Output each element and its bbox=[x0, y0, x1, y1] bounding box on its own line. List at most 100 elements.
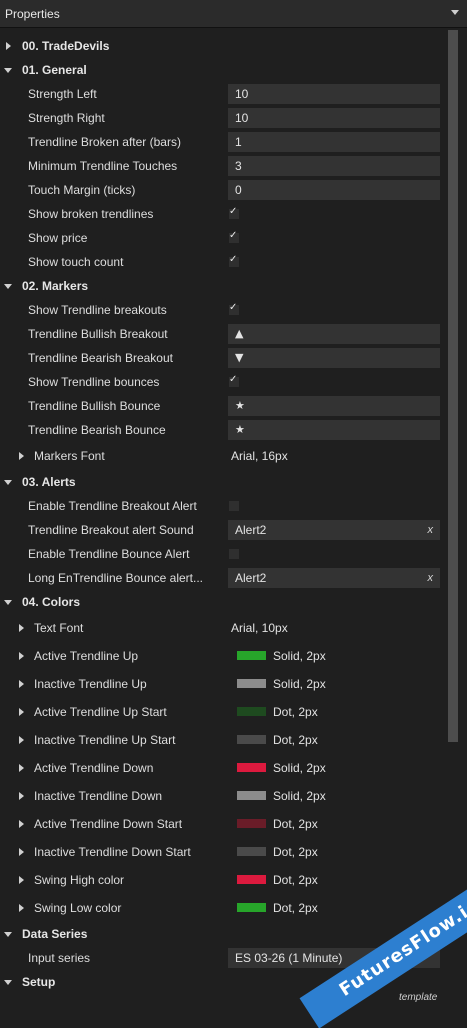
bounce-sound-input[interactable]: Alert2 x bbox=[228, 568, 440, 588]
expand-icon[interactable] bbox=[19, 736, 24, 744]
collapse-icon[interactable] bbox=[4, 68, 12, 73]
show-touch-count-checkbox[interactable] bbox=[229, 254, 239, 267]
color-swatch[interactable] bbox=[237, 679, 266, 688]
text-font-value[interactable]: Arial, 10px bbox=[231, 616, 288, 640]
stroke-style[interactable]: Dot, 2px bbox=[273, 896, 318, 920]
stroke-style[interactable]: Dot, 2px bbox=[273, 868, 318, 892]
chevron-down-icon[interactable] bbox=[451, 10, 459, 15]
color-swatch[interactable] bbox=[237, 903, 266, 912]
category-data-series[interactable]: Data Series bbox=[0, 922, 445, 946]
property-markers-font[interactable]: Markers Font Arial, 16px bbox=[0, 444, 445, 468]
category-colors[interactable]: 04. Colors bbox=[0, 590, 445, 614]
color-swatch[interactable] bbox=[237, 847, 266, 856]
property-label: Enable Trendline Breakout Alert bbox=[28, 499, 197, 513]
bear-breakout-input[interactable]: ▼ bbox=[228, 348, 440, 368]
property-strength-right: Strength Right 10 bbox=[0, 106, 445, 130]
property-label: Markers Font bbox=[34, 449, 105, 463]
vertical-scrollbar[interactable] bbox=[446, 30, 460, 1014]
expand-icon[interactable] bbox=[19, 792, 24, 800]
stroke-style[interactable]: Solid, 2px bbox=[273, 756, 326, 780]
min-touches-input[interactable]: 3 bbox=[228, 156, 440, 176]
expand-icon[interactable] bbox=[19, 764, 24, 772]
expand-icon[interactable] bbox=[19, 848, 24, 856]
clear-icon[interactable]: x bbox=[428, 520, 434, 540]
category-label: 04. Colors bbox=[22, 595, 81, 609]
property-show-price: Show price bbox=[0, 226, 445, 250]
bull-bounce-input[interactable]: ★ bbox=[228, 396, 440, 416]
color-swatch[interactable] bbox=[237, 735, 266, 744]
collapse-icon[interactable] bbox=[4, 600, 12, 605]
stroke-style[interactable]: Solid, 2px bbox=[273, 672, 326, 696]
property-label: Active Trendline Up bbox=[34, 649, 139, 663]
category-tradedevils[interactable]: 00. TradeDevils bbox=[0, 34, 445, 58]
breakout-sound-input[interactable]: Alert2 x bbox=[228, 520, 440, 540]
expand-icon[interactable] bbox=[19, 876, 24, 884]
collapse-icon[interactable] bbox=[4, 480, 12, 485]
color-row[interactable]: Active Trendline Up Start Dot, 2px bbox=[0, 700, 445, 724]
expand-icon[interactable] bbox=[19, 680, 24, 688]
property-label: Show price bbox=[28, 231, 88, 245]
scroll-thumb[interactable] bbox=[448, 30, 458, 742]
property-bear-breakout: Trendline Bearish Breakout ▼ bbox=[0, 346, 445, 370]
color-swatch[interactable] bbox=[237, 791, 266, 800]
enable-breakout-alert-checkbox[interactable] bbox=[229, 501, 239, 511]
expand-icon[interactable] bbox=[19, 452, 24, 460]
color-row[interactable]: Active Trendline Down Start Dot, 2px bbox=[0, 812, 445, 836]
color-swatch[interactable] bbox=[237, 763, 266, 772]
strength-right-input[interactable]: 10 bbox=[228, 108, 440, 128]
bull-breakout-input[interactable]: ▲ bbox=[228, 324, 440, 344]
stroke-style[interactable]: Dot, 2px bbox=[273, 728, 318, 752]
expand-icon[interactable] bbox=[19, 652, 24, 660]
property-text-font[interactable]: Text Font Arial, 10px bbox=[0, 616, 445, 640]
category-general[interactable]: 01. General bbox=[0, 58, 445, 82]
color-row[interactable]: Active Trendline Up Solid, 2px bbox=[0, 644, 445, 668]
category-alerts[interactable]: 03. Alerts bbox=[0, 470, 445, 494]
expand-icon[interactable] bbox=[19, 820, 24, 828]
color-row[interactable]: Inactive Trendline Up Start Dot, 2px bbox=[0, 728, 445, 752]
property-label: Show broken trendlines bbox=[28, 207, 154, 221]
color-swatch[interactable] bbox=[237, 875, 266, 884]
category-label: Data Series bbox=[22, 927, 88, 941]
stroke-style[interactable]: Solid, 2px bbox=[273, 784, 326, 808]
expand-icon[interactable] bbox=[6, 42, 11, 50]
show-bounces-checkbox[interactable] bbox=[229, 374, 239, 387]
property-label: Enable Trendline Bounce Alert bbox=[28, 547, 190, 561]
color-row[interactable]: Active Trendline Down Solid, 2px bbox=[0, 756, 445, 780]
expand-icon[interactable] bbox=[19, 904, 24, 912]
collapse-icon[interactable] bbox=[4, 980, 12, 985]
template-label[interactable]: template bbox=[399, 992, 437, 1003]
property-show-touch-count: Show touch count bbox=[0, 250, 445, 274]
color-swatch[interactable] bbox=[237, 819, 266, 828]
category-label: 00. TradeDevils bbox=[22, 39, 110, 53]
collapse-icon[interactable] bbox=[4, 284, 12, 289]
color-row[interactable]: Inactive Trendline Down Solid, 2px bbox=[0, 784, 445, 808]
strength-left-input[interactable]: 10 bbox=[228, 84, 440, 104]
category-markers[interactable]: 02. Markers bbox=[0, 274, 445, 298]
property-label: Text Font bbox=[34, 621, 84, 635]
color-row[interactable]: Swing High color Dot, 2px bbox=[0, 868, 445, 892]
enable-bounce-alert-checkbox[interactable] bbox=[229, 549, 239, 559]
show-breakouts-checkbox[interactable] bbox=[229, 302, 239, 315]
clear-icon[interactable]: x bbox=[428, 568, 434, 588]
color-row[interactable]: Inactive Trendline Up Solid, 2px bbox=[0, 672, 445, 696]
color-row[interactable]: Inactive Trendline Down Start Dot, 2px bbox=[0, 840, 445, 864]
show-price-checkbox[interactable] bbox=[229, 230, 239, 243]
bear-bounce-input[interactable]: ★ bbox=[228, 420, 440, 440]
stroke-style[interactable]: Dot, 2px bbox=[273, 700, 318, 724]
expand-icon[interactable] bbox=[19, 624, 24, 632]
category-label: 02. Markers bbox=[22, 279, 89, 293]
property-label: Active Trendline Down Start bbox=[34, 817, 183, 831]
color-swatch[interactable] bbox=[237, 651, 266, 660]
property-label: Inactive Trendline Down Start bbox=[34, 845, 191, 859]
stroke-style[interactable]: Dot, 2px bbox=[273, 840, 318, 864]
stroke-style[interactable]: Solid, 2px bbox=[273, 644, 326, 668]
collapse-icon[interactable] bbox=[4, 932, 12, 937]
expand-icon[interactable] bbox=[19, 708, 24, 716]
touch-margin-input[interactable]: 0 bbox=[228, 180, 440, 200]
broken-after-input[interactable]: 1 bbox=[228, 132, 440, 152]
markers-font-value[interactable]: Arial, 16px bbox=[231, 444, 288, 468]
color-swatch[interactable] bbox=[237, 707, 266, 716]
show-broken-checkbox[interactable] bbox=[229, 206, 239, 219]
stroke-style[interactable]: Dot, 2px bbox=[273, 812, 318, 836]
color-row[interactable]: Swing Low color Dot, 2px bbox=[0, 896, 445, 920]
